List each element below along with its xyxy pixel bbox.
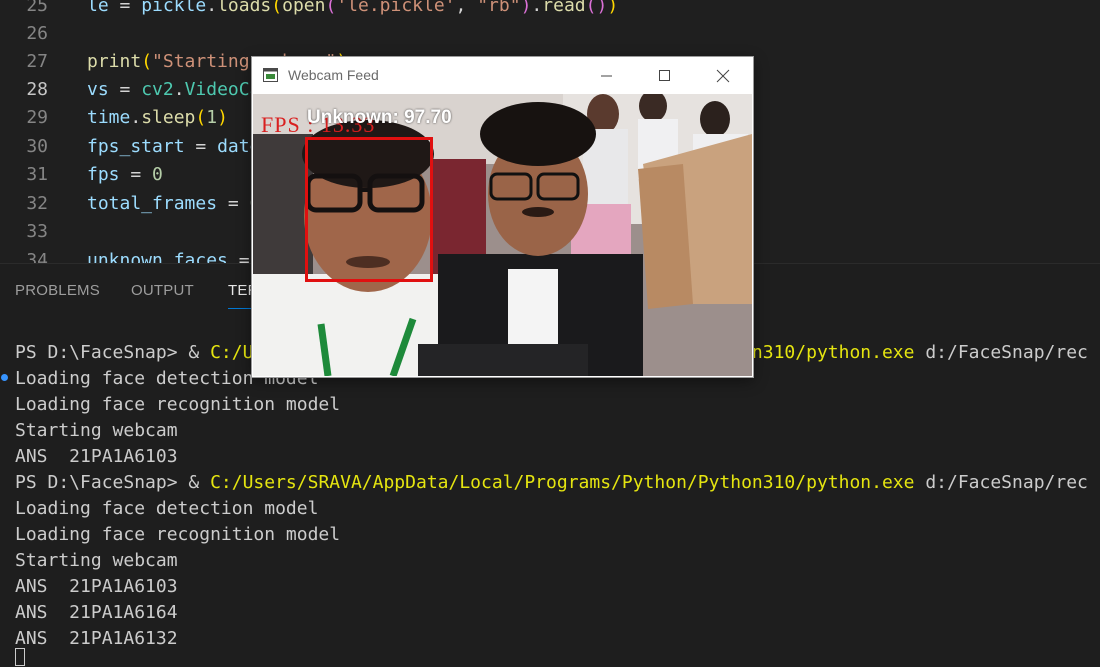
code-line[interactable]: 25 le = pickle.loads(open('le.pickle', "r… [0, 0, 1100, 20]
line-number: 27 [26, 51, 48, 72]
code-token: le [87, 0, 109, 16]
code-token: . [531, 0, 543, 16]
code-token: . [206, 0, 218, 16]
window-title: Webcam Feed [288, 67, 379, 83]
maximize-button[interactable] [636, 57, 694, 94]
terminal-text: Starting webcam [15, 420, 178, 441]
terminal-line: ANS 21PA1A6103 [15, 444, 178, 470]
minimize-button[interactable] [578, 57, 636, 94]
line-number: 26 [26, 23, 48, 44]
terminal-script-arg: d:/FaceSnap/rec [914, 472, 1088, 493]
terminal-line: ANS 21PA1A6132 [15, 626, 178, 652]
terminal-text: Loading face detection model [15, 498, 319, 519]
code-text[interactable]: le = pickle.loads(open('le.pickle', "rb"… [87, 0, 618, 20]
code-token: . [173, 79, 185, 100]
terminal-python-path: C:/Users/SRAVA/AppData/Local/Programs/Py… [210, 472, 915, 493]
terminal-line: PS D:\FaceSnap> & C:/Users/SRAVA/AppData… [15, 470, 1088, 496]
command-status-dot[interactable] [1, 374, 8, 381]
code-token: ) [520, 0, 532, 16]
line-number: 29 [26, 107, 48, 128]
terminal-line: Loading face recognition model [15, 392, 340, 418]
terminal-line: ANS 21PA1A6103 [15, 574, 178, 600]
face-bounding-box [305, 137, 433, 282]
code-token: ( [195, 107, 207, 128]
code-text[interactable]: time.sleep(1) [87, 104, 228, 132]
code-token: ( [141, 51, 153, 72]
close-button[interactable] [694, 57, 752, 94]
code-token: vs [87, 79, 109, 100]
code-token: 0 [152, 164, 163, 185]
code-token: fps [87, 164, 120, 185]
terminal-text: ANS 21PA1A6132 [15, 628, 178, 649]
code-token: print [87, 51, 142, 72]
terminal-script-arg: d:/FaceSnap/rec [914, 342, 1088, 363]
face-recognition-label: Unknown: 97.70 [307, 107, 452, 128]
terminal-amp: & [188, 342, 211, 363]
code-token: unknown_faces [87, 250, 228, 263]
code-token: = [108, 79, 142, 100]
terminal-cursor [15, 648, 25, 666]
terminal-amp: & [188, 472, 211, 493]
terminal-text: ANS 21PA1A6103 [15, 576, 178, 597]
window-app-icon [263, 68, 278, 82]
line-number: 33 [26, 221, 48, 242]
terminal-text: Loading face recognition model [15, 524, 341, 545]
webcam-window[interactable]: Webcam Feed FPS: 13.33 Unknown: 97.70 [252, 57, 753, 377]
code-token: sleep [141, 107, 196, 128]
code-text[interactable]: fps = 0 [87, 161, 163, 189]
terminal-text: Starting webcam [15, 550, 178, 571]
code-token: "rb" [477, 0, 521, 16]
line-number: 32 [26, 193, 48, 214]
terminal-prompt: PS D:\FaceSnap> [15, 472, 189, 493]
terminal-line: Starting webcam [15, 548, 178, 574]
terminal-line: ANS 21PA1A6164 [15, 600, 178, 626]
code-token: pickle [141, 0, 207, 16]
tab-problems[interactable]: PROBLEMS [15, 282, 100, 299]
line-number: 25 [26, 0, 48, 16]
code-token: = [119, 164, 153, 185]
code-token: . [130, 107, 142, 128]
code-token: () [585, 0, 608, 16]
code-line[interactable]: 26 [0, 20, 1100, 48]
code-token: = [184, 136, 218, 157]
code-token: = [217, 193, 250, 214]
code-token: loads [217, 0, 272, 16]
code-token: ) [607, 0, 619, 16]
close-icon [716, 69, 730, 83]
line-number: 31 [26, 164, 48, 185]
line-number: 34 [26, 250, 48, 263]
maximize-icon [659, 70, 670, 81]
code-token: 1 [206, 107, 218, 128]
code-text[interactable]: total_frames = 0 [87, 190, 260, 218]
window-titlebar[interactable]: Webcam Feed [252, 57, 753, 94]
code-token: = [108, 0, 142, 16]
terminal-line: Loading face recognition model [15, 522, 340, 548]
code-token: fps_start [87, 136, 185, 157]
minimize-icon [601, 75, 612, 77]
terminal-line: Loading face detection model [15, 496, 318, 522]
code-token: , [455, 0, 478, 16]
terminal-prompt: PS D:\FaceSnap> [15, 342, 189, 363]
webcam-feed: FPS : 13.33 Unknown: 97.70 [253, 94, 752, 376]
code-token: 'le.pickle' [336, 0, 456, 16]
terminal-text: Loading face recognition model [15, 394, 341, 415]
code-token: ( [325, 0, 337, 16]
code-token: cv2 [141, 79, 174, 100]
line-number: 30 [26, 136, 48, 157]
code-token: open [282, 0, 326, 16]
code-token: time [87, 107, 131, 128]
terminal-line: Starting webcam [15, 418, 178, 444]
terminal-text: ANS 21PA1A6103 [15, 446, 178, 467]
code-token: total_frames [87, 193, 218, 214]
code-token: ) [217, 107, 228, 128]
line-number: 28 [26, 79, 48, 100]
code-token: read [542, 0, 586, 16]
terminal-text: ANS 21PA1A6164 [15, 602, 178, 623]
tab-output[interactable]: OUTPUT [131, 282, 194, 299]
code-token: ( [271, 0, 283, 16]
